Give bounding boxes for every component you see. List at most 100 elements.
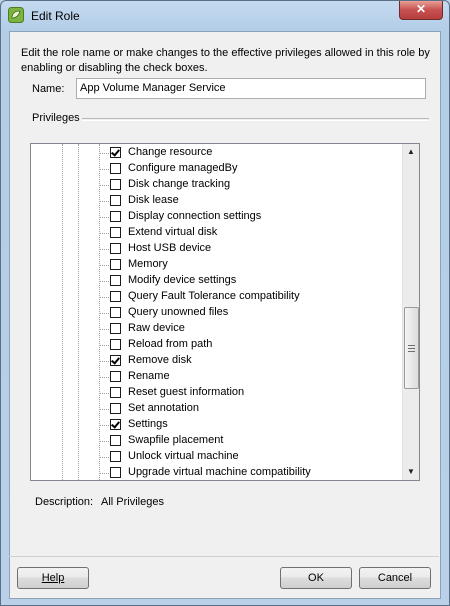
privileges-separator	[82, 118, 429, 121]
privilege-item[interactable]: Remove disk	[99, 353, 403, 369]
tree-connector	[99, 153, 109, 154]
tree-connector	[99, 329, 109, 330]
tree-connector	[99, 249, 109, 250]
privilege-checkbox[interactable]	[110, 403, 121, 414]
privilege-checkbox[interactable]	[110, 419, 121, 430]
privilege-item[interactable]: Disk lease	[99, 193, 403, 209]
privilege-label: Modify device settings	[128, 274, 237, 286]
privilege-label: Raw device	[128, 322, 185, 334]
privilege-checkbox[interactable]	[110, 227, 121, 238]
ok-button[interactable]: OK	[280, 567, 352, 589]
privilege-item[interactable]: Raw device	[99, 321, 403, 337]
privilege-checkbox[interactable]	[110, 467, 121, 478]
tree-guide-line	[62, 144, 63, 480]
privilege-checkbox[interactable]	[110, 339, 121, 350]
privilege-item[interactable]: Change resource	[99, 145, 403, 161]
privilege-item[interactable]: Host USB device	[99, 241, 403, 257]
privileges-tree[interactable]: Change resource Configure managedBy Disk c…	[30, 143, 420, 481]
privilege-label: Remove disk	[128, 354, 192, 366]
scroll-down-button[interactable]: ▼	[403, 464, 419, 480]
tree-connector	[99, 393, 109, 394]
tree-connector	[99, 201, 109, 202]
privilege-label: Disk lease	[128, 194, 179, 206]
ok-button-label: OK	[308, 572, 324, 584]
privilege-item[interactable]: Display connection settings	[99, 209, 403, 225]
scroll-thumb[interactable]	[404, 307, 419, 389]
tree-connector	[99, 169, 109, 170]
title-bar[interactable]: Edit Role ✕	[1, 1, 449, 31]
privilege-label: Configure managedBy	[128, 162, 238, 174]
close-button[interactable]: ✕	[399, 1, 443, 20]
privilege-label: Query unowned files	[128, 306, 229, 318]
tree-connector	[99, 473, 109, 474]
arrow-down-icon: ▼	[407, 467, 415, 476]
privilege-label: Display connection settings	[128, 210, 262, 222]
privilege-label: Swapfile placement	[128, 434, 224, 446]
privilege-label: Set annotation	[128, 402, 199, 414]
tree-connector	[99, 297, 109, 298]
cancel-button-label: Cancel	[377, 572, 413, 584]
privilege-item[interactable]: Query Fault Tolerance compatibility	[99, 289, 403, 305]
privilege-item[interactable]: Settings	[99, 417, 403, 433]
privilege-label: Reload from path	[128, 338, 213, 350]
privilege-label: Rename	[128, 370, 170, 382]
instructions-text: Edit the role name or make changes to th…	[21, 47, 430, 74]
tree-connector	[99, 345, 109, 346]
privilege-checkbox[interactable]	[110, 387, 121, 398]
privilege-item[interactable]: Configure managedBy	[99, 161, 403, 177]
description-label: Description:	[35, 496, 94, 508]
scroll-up-button[interactable]: ▲	[403, 144, 419, 160]
privilege-item[interactable]: Disk change tracking	[99, 177, 403, 193]
privilege-item[interactable]: Memory	[99, 257, 403, 273]
privilege-checkbox[interactable]	[110, 259, 121, 270]
privilege-item[interactable]: Upgrade virtual machine compatibility	[99, 465, 403, 480]
help-button[interactable]: Help	[17, 567, 89, 589]
privilege-label: Host USB device	[128, 242, 212, 254]
privilege-label: Unlock virtual machine	[128, 450, 239, 462]
privilege-checkbox[interactable]	[110, 355, 121, 366]
privilege-label: Change resource	[128, 146, 213, 158]
privilege-item[interactable]: Rename	[99, 369, 403, 385]
privilege-label: Disk change tracking	[128, 178, 231, 190]
tree-connector	[99, 409, 109, 410]
privilege-label: Upgrade virtual machine compatibility	[128, 466, 311, 478]
tree-connector	[99, 377, 109, 378]
tree-connector	[99, 185, 109, 186]
privilege-checkbox[interactable]	[110, 195, 121, 206]
privilege-checkbox[interactable]	[110, 371, 121, 382]
privilege-checkbox[interactable]	[110, 211, 121, 222]
privilege-label: Settings	[128, 418, 168, 430]
tree-connector	[99, 441, 109, 442]
privilege-label: Extend virtual disk	[128, 226, 218, 238]
privilege-item[interactable]: Unlock virtual machine	[99, 449, 403, 465]
window-title: Edit Role	[31, 9, 80, 23]
role-name-input[interactable]: App Volume Manager Service	[76, 78, 426, 99]
tree-connector	[99, 425, 109, 426]
arrow-up-icon: ▲	[407, 147, 415, 156]
privilege-checkbox[interactable]	[110, 435, 121, 446]
privilege-label: Memory	[128, 258, 168, 270]
privilege-checkbox[interactable]	[110, 163, 121, 174]
privilege-item[interactable]: Swapfile placement	[99, 433, 403, 449]
privilege-checkbox[interactable]	[110, 179, 121, 190]
tree-connector	[99, 265, 109, 266]
privilege-item[interactable]: Set annotation	[99, 401, 403, 417]
cancel-button[interactable]: Cancel	[359, 567, 431, 589]
vertical-scrollbar[interactable]: ▲ ▼	[402, 144, 419, 480]
privilege-item[interactable]: Reset guest information	[99, 385, 403, 401]
privilege-checkbox[interactable]	[110, 147, 121, 158]
privilege-item[interactable]: Reload from path	[99, 337, 403, 353]
privilege-checkbox[interactable]	[110, 451, 121, 462]
privilege-checkbox[interactable]	[110, 307, 121, 318]
privilege-item[interactable]: Modify device settings	[99, 273, 403, 289]
privilege-checkbox[interactable]	[110, 291, 121, 302]
privilege-checkbox[interactable]	[110, 243, 121, 254]
privilege-item[interactable]: Query unowned files	[99, 305, 403, 321]
privilege-checkbox[interactable]	[110, 323, 121, 334]
privilege-label: Query Fault Tolerance compatibility	[128, 290, 300, 302]
tree-connector	[99, 217, 109, 218]
tree-connector	[99, 457, 109, 458]
privilege-item[interactable]: Extend virtual disk	[99, 225, 403, 241]
privilege-checkbox[interactable]	[110, 275, 121, 286]
tree-guide-line	[78, 144, 79, 480]
